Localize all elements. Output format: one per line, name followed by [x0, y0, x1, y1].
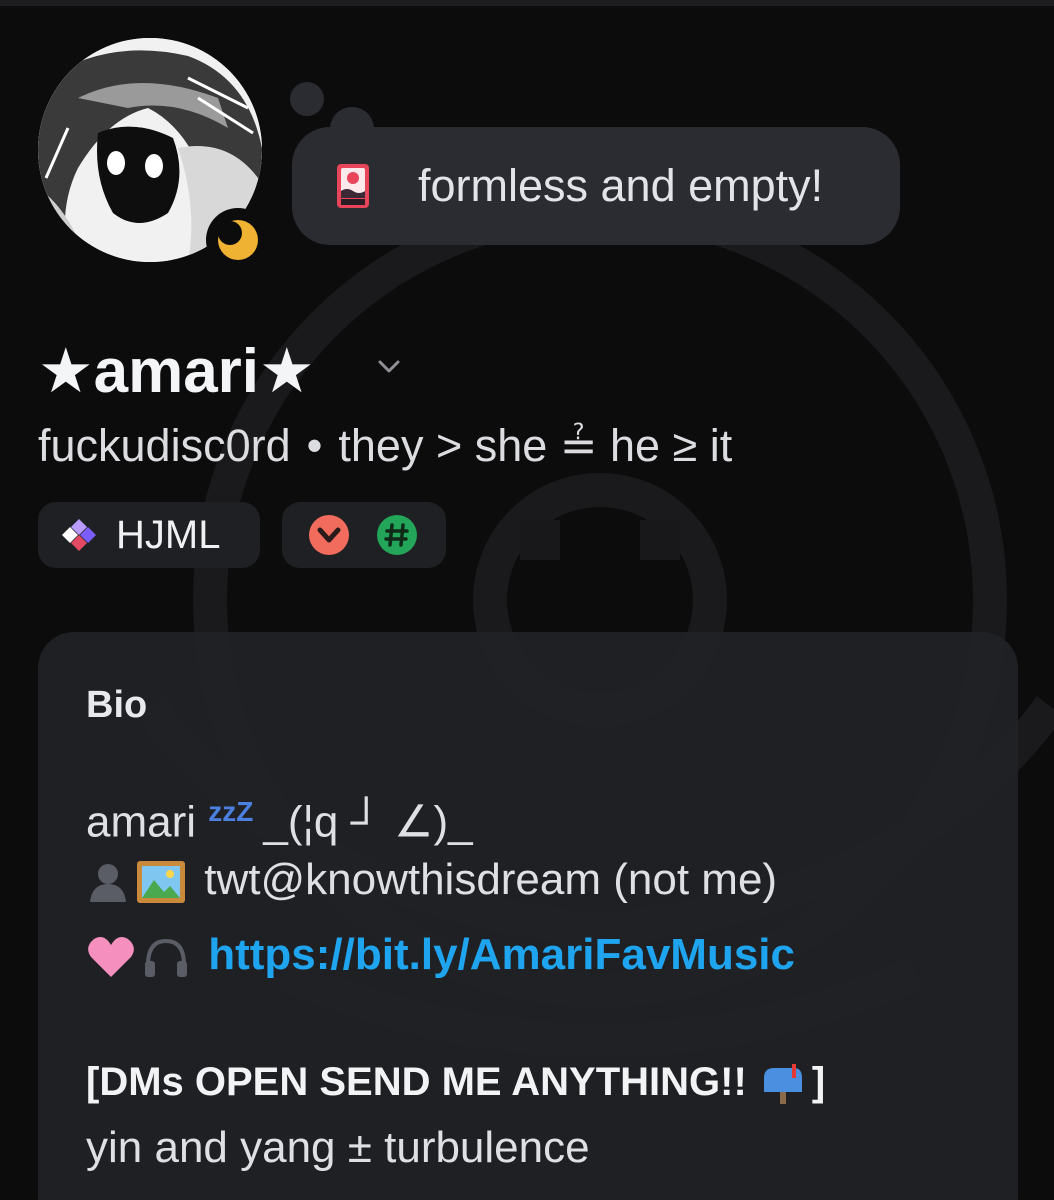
- idle-moon-icon: [218, 220, 258, 260]
- bio-card: Bio amari zzZ _(¦q ┘ ∠)_ twt@knowthisdrea…: [38, 632, 1018, 1200]
- status-indicator: [206, 208, 270, 272]
- hanafuda-card-icon: [337, 164, 369, 208]
- bio-heading: Bio: [86, 684, 148, 726]
- separator-dot: •: [306, 420, 323, 471]
- thought-bubble-dot-small: [290, 82, 324, 116]
- mailbox-icon: [763, 1064, 802, 1105]
- chevron-down-icon[interactable]: [372, 350, 406, 384]
- window-top-edge: [0, 0, 1054, 6]
- bio-line-4: [DMs OPEN SEND ME ANYTHING!! ]: [86, 1054, 825, 1110]
- custom-status-text: formless and empty!: [418, 160, 824, 211]
- music-link[interactable]: https://bit.ly/AmariFavMusic: [208, 930, 795, 979]
- bust-silhouette-icon: [90, 864, 126, 903]
- clan-tag-text: HJML: [116, 513, 221, 557]
- bio-dms-text: [DMs OPEN SEND ME ANYTHING!!: [86, 1060, 747, 1104]
- bio-line-5: yin and yang ± turbulence: [86, 1123, 590, 1172]
- custom-status-bubble[interactable]: formless and empty!: [292, 127, 900, 245]
- hashtag-badge-icon[interactable]: [376, 514, 418, 556]
- bio-line-2: twt@knowthisdream (not me): [86, 852, 777, 908]
- bio-line-3: https://bit.ly/AmariFavMusic: [86, 927, 795, 983]
- clan-tag-pill[interactable]: HJML: [38, 502, 260, 568]
- bio-kaomoji: _(¦q ┘ ∠)_: [263, 797, 473, 847]
- chevron-badge-icon[interactable]: [308, 514, 350, 556]
- bio-line-1: amari zzZ _(¦q ┘ ∠)_: [86, 784, 473, 851]
- diamond-sparkle-icon: [62, 519, 96, 551]
- username[interactable]: fuckudisc0rd: [38, 420, 291, 471]
- bio-name: amari: [86, 797, 197, 847]
- bio-dms-end: ]: [811, 1060, 826, 1104]
- framed-picture-icon: [137, 861, 185, 904]
- pronouns: they > she ≟ he ≥ it: [338, 420, 733, 471]
- username-pronouns-line: fuckudisc0rd • they > she ≟ he ≥ it: [38, 414, 732, 478]
- headphone-icon: [145, 939, 187, 978]
- display-name: ★amari★: [38, 337, 315, 406]
- bio-twitter-text: twt@knowthisdream (not me): [204, 855, 778, 904]
- zzz-icon: zzZ: [208, 796, 254, 827]
- pink-heart-icon: [88, 937, 134, 978]
- badges-pill: [282, 502, 446, 568]
